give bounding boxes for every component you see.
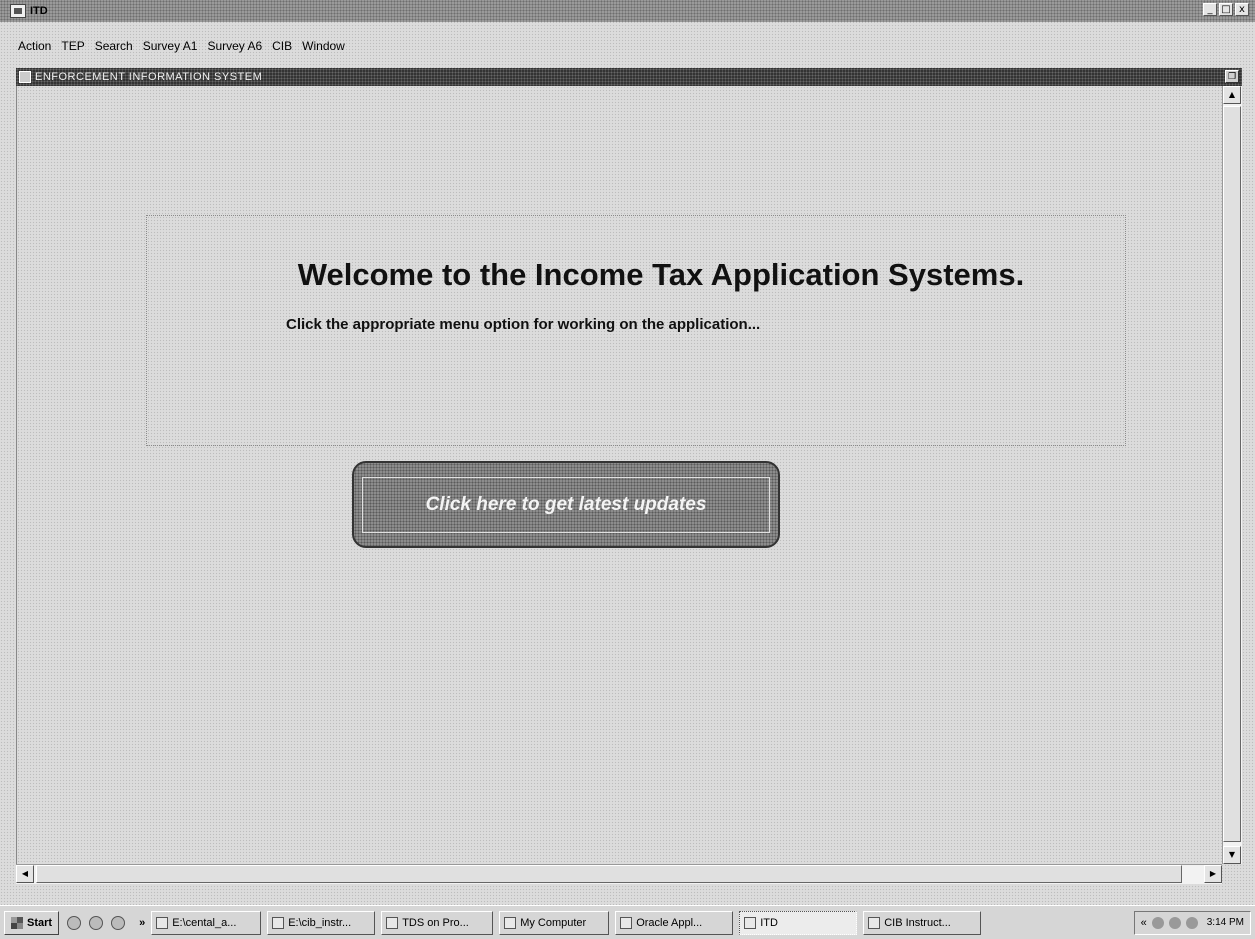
welcome-title: Welcome to the Income Tax Application Sy… xyxy=(297,257,1025,292)
browser-icon xyxy=(620,916,633,929)
window-controls: _ □ x xyxy=(1203,3,1249,16)
menu-search[interactable]: Search xyxy=(94,39,134,53)
scroll-down-icon[interactable]: ▼ xyxy=(1223,846,1241,864)
quicklaunch-media-icon[interactable] xyxy=(111,915,126,930)
task-label: E:\cental_a... xyxy=(172,916,237,929)
app-title: ITD xyxy=(30,5,48,17)
clock[interactable]: 3:14 PM xyxy=(1207,917,1244,928)
scroll-up-icon[interactable]: ▲ xyxy=(1223,86,1241,104)
welcome-subtitle: Click the appropriate menu option for wo… xyxy=(286,316,761,333)
menu-bar: Action TEP Search Survey A1 Survey A6 CI… xyxy=(0,36,346,56)
latest-updates-focus-frame: Click here to get latest updates xyxy=(362,476,770,533)
vertical-scrollbar[interactable]: ▲ ▼ xyxy=(1222,86,1242,864)
start-label: Start xyxy=(27,916,53,929)
task-my-computer[interactable]: My Computer xyxy=(499,910,610,935)
horizontal-scroll-thumb[interactable] xyxy=(36,865,1182,883)
app-icon xyxy=(744,916,757,929)
app-titlebar: ITD _ □ x xyxy=(0,0,1255,22)
quicklaunch-browser-icon[interactable] xyxy=(89,915,104,930)
folder-icon xyxy=(156,916,169,929)
tray-volume-icon[interactable] xyxy=(1168,916,1181,929)
menu-survey-a1[interactable]: Survey A1 xyxy=(142,39,199,53)
tray-network-icon[interactable] xyxy=(1151,916,1164,929)
windows-logo-icon xyxy=(11,916,23,929)
close-button[interactable]: x xyxy=(1235,3,1249,16)
tray-antivirus-icon[interactable] xyxy=(1185,916,1198,929)
menu-survey-a6[interactable]: Survey A6 xyxy=(206,39,263,53)
vertical-scroll-thumb[interactable] xyxy=(1223,106,1241,842)
document-icon xyxy=(868,916,881,929)
quicklaunch-desktop-icon[interactable] xyxy=(67,915,82,930)
scroll-right-icon[interactable]: ▶ xyxy=(1204,865,1222,883)
menu-tep[interactable]: TEP xyxy=(60,39,85,53)
latest-updates-button[interactable]: Click here to get latest updates xyxy=(352,461,780,548)
latest-updates-label: Click here to get latest updates xyxy=(425,493,707,515)
mdi-title: ENFORCEMENT INFORMATION SYSTEM xyxy=(35,71,263,83)
computer-icon xyxy=(504,916,517,929)
restore-button[interactable]: □ xyxy=(1219,3,1233,16)
mdi-titlebar: ENFORCEMENT INFORMATION SYSTEM ❐ xyxy=(16,68,1242,86)
document-icon xyxy=(386,916,399,929)
start-button[interactable]: Start xyxy=(4,910,60,935)
app-icon[interactable] xyxy=(10,4,26,18)
system-tray: « 3:14 PM xyxy=(1133,910,1251,935)
task-label: My Computer xyxy=(520,916,587,929)
mdi-restore-button[interactable]: ❐ xyxy=(1225,70,1239,83)
task-oracle[interactable]: Oracle Appl... xyxy=(615,910,734,935)
folder-icon xyxy=(272,916,285,929)
task-cib-instruct[interactable]: CIB Instruct... xyxy=(863,910,982,935)
task-tds[interactable]: TDS on Pro... xyxy=(381,910,494,935)
welcome-panel: Welcome to the Income Tax Application Sy… xyxy=(146,215,1126,446)
tray-overflow-icon[interactable]: « xyxy=(1141,917,1147,929)
menu-cib[interactable]: CIB xyxy=(271,39,293,53)
menu-window[interactable]: Window xyxy=(301,39,346,53)
task-label: E:\cib_instr... xyxy=(288,916,352,929)
task-cib-instr[interactable]: E:\cib_instr... xyxy=(267,910,376,935)
task-itd[interactable]: ITD xyxy=(739,910,858,935)
mdi-window-icon[interactable] xyxy=(19,71,31,83)
task-label: ITD xyxy=(760,916,778,929)
menu-action[interactable]: Action xyxy=(17,39,52,53)
taskbar: Start » E:\cental_a... E:\cib_instr... T… xyxy=(0,905,1255,939)
task-cental[interactable]: E:\cental_a... xyxy=(151,910,262,935)
minimize-button[interactable]: _ xyxy=(1203,3,1217,16)
horizontal-scrollbar[interactable]: ◀ ▶ xyxy=(16,864,1222,884)
scroll-left-icon[interactable]: ◀ xyxy=(16,865,34,883)
quicklaunch-overflow-icon[interactable]: » xyxy=(139,917,145,929)
task-label: Oracle Appl... xyxy=(636,916,703,929)
task-label: TDS on Pro... xyxy=(402,916,469,929)
task-label: CIB Instruct... xyxy=(884,916,951,929)
